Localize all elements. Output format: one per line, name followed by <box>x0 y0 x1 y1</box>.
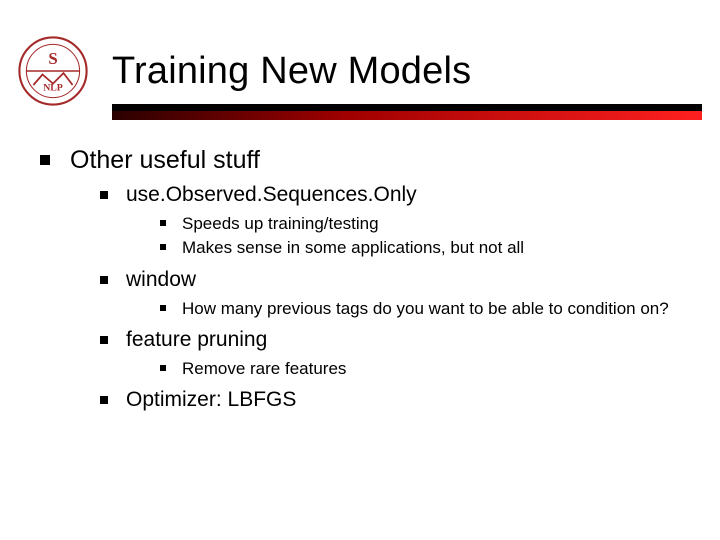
square-bullet-icon <box>160 365 166 371</box>
slide-title: Training New Models <box>112 50 471 93</box>
square-bullet-icon <box>160 220 166 226</box>
square-bullet-icon <box>40 155 50 165</box>
bullet-text: Other useful stuff <box>70 146 260 175</box>
bullet-text: use.Observed.Sequences.Only <box>126 183 417 207</box>
bullet-level3: How many previous tags do you want to be… <box>160 298 690 319</box>
bullet-text: Optimizer: LBFGS <box>126 388 296 412</box>
square-bullet-icon <box>100 191 108 199</box>
bullet-text: Remove rare features <box>182 358 346 379</box>
bullet-text: Makes sense in some applications, but no… <box>182 237 524 258</box>
bullet-text: window <box>126 268 196 292</box>
bullet-level1: Other useful stuff <box>40 146 690 175</box>
bullet-level2: Optimizer: LBFGS <box>100 388 690 412</box>
bullet-level2: feature pruning <box>100 328 690 352</box>
square-bullet-icon <box>100 276 108 284</box>
stanford-nlp-logo-icon: S NLP <box>18 36 88 106</box>
bullet-text: How many previous tags do you want to be… <box>182 298 669 319</box>
square-bullet-icon <box>160 244 166 250</box>
bullet-level2: window <box>100 268 690 292</box>
square-bullet-icon <box>100 396 108 404</box>
square-bullet-icon <box>100 336 108 344</box>
bullet-level2: use.Observed.Sequences.Only <box>100 183 690 207</box>
bullet-text: Speeds up training/testing <box>182 213 379 234</box>
bullet-level3: Speeds up training/testing <box>160 213 690 234</box>
title-underline-bar <box>112 104 702 120</box>
square-bullet-icon <box>160 305 166 311</box>
logo-top-text: S <box>48 49 57 68</box>
slide: S NLP Training New Models Other useful s… <box>0 0 720 540</box>
bullet-text: feature pruning <box>126 328 267 352</box>
logo-bottom-text: NLP <box>43 83 63 94</box>
bullet-level3: Makes sense in some applications, but no… <box>160 237 690 258</box>
bullet-level3: Remove rare features <box>160 358 690 379</box>
slide-content: Other useful stuff use.Observed.Sequence… <box>40 146 690 418</box>
